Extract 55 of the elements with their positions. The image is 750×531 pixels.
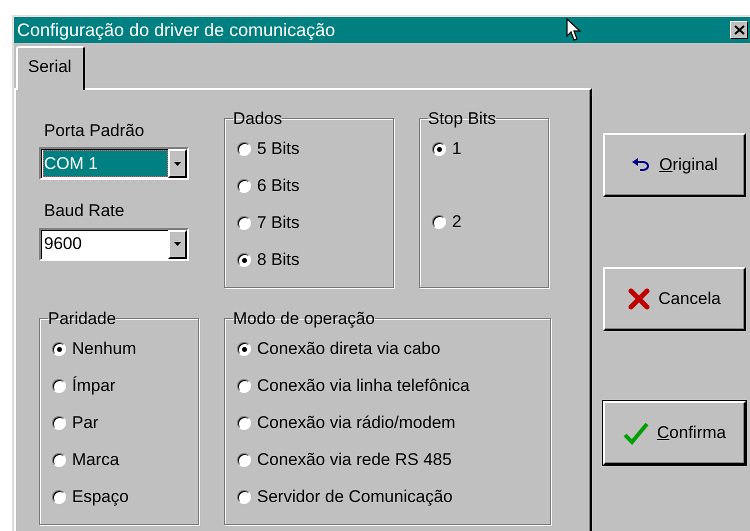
radio-button[interactable]	[52, 490, 66, 504]
radio-button[interactable]	[237, 253, 251, 267]
radio-button[interactable]	[237, 142, 251, 156]
button[interactable]: Confirma	[603, 400, 746, 464]
radio-option[interactable]: 5 Bits	[237, 130, 383, 168]
group-title: Dados	[233, 110, 282, 126]
caret-icon	[174, 242, 181, 246]
radio-button[interactable]	[52, 453, 66, 467]
radio-button[interactable]	[52, 416, 66, 430]
dropdown-button[interactable]	[168, 149, 187, 178]
radio-option[interactable]: 7 Bits	[237, 204, 383, 242]
close-icon	[734, 25, 744, 35]
radio-button[interactable]	[237, 179, 251, 193]
cursor-icon	[566, 18, 582, 42]
radio-option[interactable]: 6 Bits	[237, 168, 383, 204]
radio-option[interactable]: Conexão direta via cabo	[237, 330, 540, 368]
radio-button[interactable]	[237, 342, 251, 356]
group-title: Stop Bits	[428, 110, 496, 126]
field-label: Baud Rate	[44, 200, 126, 222]
window-title: Configuração do driver de comunicação	[17, 18, 336, 42]
undo-icon	[631, 158, 652, 172]
dropdown-button[interactable]	[168, 230, 187, 258]
dropdown[interactable]: COM 1	[39, 147, 189, 180]
radio-button[interactable]	[237, 490, 251, 504]
button[interactable]: Cancela	[603, 266, 746, 330]
radio-option[interactable]: 8 Bits	[237, 242, 383, 278]
radio-option[interactable]: Conexão via rede RS 485	[237, 442, 540, 478]
radio-button[interactable]	[52, 379, 66, 393]
radio-button[interactable]	[237, 216, 251, 230]
radio-option[interactable]: Servidor de Comunicação	[237, 478, 540, 516]
radio-button[interactable]	[237, 379, 251, 393]
check-icon	[623, 420, 650, 444]
radio-option[interactable]: 2	[432, 204, 538, 240]
radio-button[interactable]	[52, 342, 66, 356]
radio-option[interactable]: Marca	[52, 442, 188, 478]
close-icon	[628, 288, 650, 310]
dropdown[interactable]: 9600	[39, 228, 189, 260]
radio-option[interactable]: Conexão via rádio/modem	[237, 404, 540, 442]
radio-button[interactable]	[432, 215, 446, 229]
radio-button[interactable]	[237, 453, 251, 467]
caret-icon	[174, 162, 181, 166]
field-label: Porta Padrão	[44, 120, 146, 142]
radio-button[interactable]	[432, 142, 446, 156]
close-button[interactable]	[730, 21, 748, 39]
radio-option[interactable]: Conexão via linha telefônica	[237, 368, 540, 404]
radio-option[interactable]: 1	[432, 130, 538, 168]
radio-option[interactable]: Espaço	[52, 478, 188, 516]
radio-button[interactable]	[237, 416, 251, 430]
tab[interactable]: Serial	[16, 46, 86, 90]
radio-option[interactable]: Nenhum	[52, 330, 188, 368]
group-title: Paridade	[48, 310, 116, 326]
button[interactable]: Original	[603, 132, 746, 196]
group-title: Modo de operação	[233, 310, 375, 326]
radio-option[interactable]: Ímpar	[52, 368, 188, 404]
radio-option[interactable]: Par	[52, 404, 188, 442]
